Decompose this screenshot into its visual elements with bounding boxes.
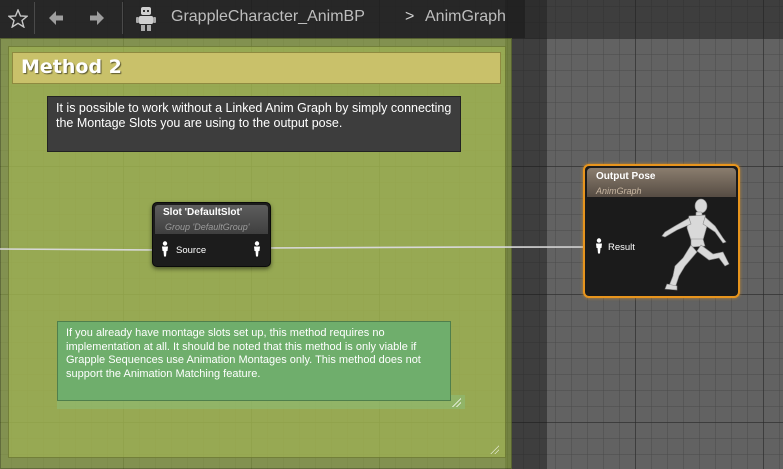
slot-node-subtitle: Group 'DefaultGroup' — [165, 222, 250, 232]
output-pose-title: Output Pose — [596, 171, 656, 182]
star-icon[interactable] — [8, 9, 28, 28]
result-pin-label: Result — [608, 242, 635, 253]
output-pose-header: Output Pose AnimGraph — [587, 168, 736, 197]
output-pose-node[interactable]: Output Pose AnimGraph Result — [583, 164, 740, 298]
breadcrumb-asset[interactable]: GrappleCharacter_AnimBP — [171, 8, 365, 26]
note-resize-grip[interactable] — [451, 397, 461, 407]
toolbar-separator — [122, 2, 123, 34]
pose-output-pin-icon[interactable] — [253, 241, 261, 257]
comment-note-top[interactable]: It is possible to work without a Linked … — [47, 96, 461, 152]
comment-title-bar[interactable]: Method 2 — [12, 52, 501, 84]
slot-node-header: Slot 'DefaultSlot' Group 'DefaultGroup' — [155, 205, 268, 234]
slot-node-title: Slot 'DefaultSlot' — [163, 207, 243, 218]
running-mannequin-icon — [661, 198, 730, 291]
robot-icon — [136, 7, 156, 31]
comment-resize-grip[interactable] — [489, 444, 499, 454]
comment-note-top-text: It is possible to work without a Linked … — [56, 101, 452, 130]
breadcrumb-graph[interactable]: AnimGraph — [425, 8, 506, 26]
comment-note-bottom[interactable]: If you already have montage slots set up… — [57, 321, 451, 401]
pose-pin-icon[interactable] — [161, 241, 169, 257]
arrow-left-icon[interactable] — [46, 8, 66, 28]
toolbar: GrappleCharacter_AnimBP > AnimGraph — [0, 0, 783, 38]
comment-title: Method 2 — [21, 56, 122, 78]
arrow-right-icon[interactable] — [87, 8, 107, 28]
breadcrumb-separator: > — [405, 8, 415, 25]
output-pose-subtitle: AnimGraph — [596, 186, 642, 196]
toolbar-separator — [34, 2, 35, 34]
result-pin-icon[interactable] — [595, 238, 603, 254]
slot-node[interactable]: Slot 'DefaultSlot' Group 'DefaultGroup' … — [152, 202, 271, 267]
slot-source-pin-label: Source — [176, 245, 207, 256]
comment-note-bottom-text: If you already have montage slots set up… — [66, 327, 421, 380]
